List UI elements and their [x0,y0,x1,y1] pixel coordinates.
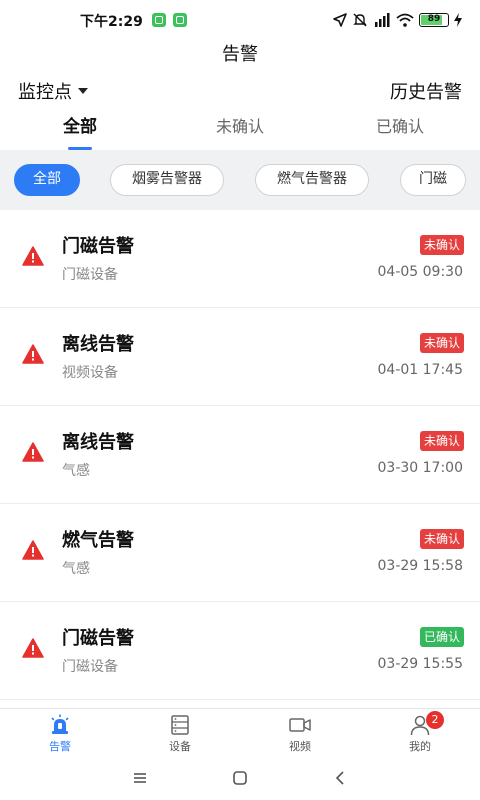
alarm-device: 门磁设备 [62,659,118,675]
app-notification-icon [173,13,187,27]
alarm-list-item[interactable]: 离线告警 气感 未确认 03-30 17:00 [0,406,480,504]
menu-icon[interactable] [130,768,150,788]
nav-label: 视频 [289,740,311,753]
alarm-light-icon [51,714,69,734]
caret-down-icon [78,88,88,94]
alarm-title: 门磁告警 [62,628,134,649]
video-camera-icon [289,718,311,732]
status-badge: 未确认 [419,529,464,549]
battery-icon: 89 [419,13,449,27]
status-badge: 未确认 [419,431,464,451]
filter-chip-smoke-alarm[interactable]: 烟雾告警器 [110,164,224,196]
notification-badge: 2 [426,711,444,729]
system-nav-bar [0,756,480,800]
alarm-device: 门磁设备 [62,267,118,283]
status-badge: 未确认 [419,333,464,353]
page-title: 告警 [222,44,258,65]
warning-icon [22,540,44,560]
alarm-title: 燃气告警 [62,530,134,551]
device-filter-bar: 全部 烟雾告警器 燃气告警器 门磁 [0,150,480,210]
filter-chip-all[interactable]: 全部 [14,164,80,196]
alarm-time: 03-29 15:58 [377,558,463,574]
alarm-title: 离线告警 [62,432,134,453]
warning-icon [22,442,44,462]
status-bar: 下午2:29 89 [0,0,480,40]
alarm-time: 04-05 09:30 [377,264,463,280]
alarm-list-item[interactable]: 门磁告警 门磁设备 已确认 03-29 15:55 [0,602,480,700]
alarm-device: 气感 [62,463,90,479]
warning-icon [22,638,44,658]
tab-unconfirmed[interactable]: 未确认 [160,114,320,150]
monitor-point-dropdown[interactable]: 监控点 [18,78,88,104]
wifi-icon [396,13,414,27]
bottom-nav: 告警 设备 视频 2 我的 [0,708,480,756]
server-icon [171,715,189,735]
alarm-time: 04-01 17:45 [377,362,463,378]
alarm-time: 03-29 15:55 [377,656,463,672]
alarm-list: 门磁告警 门磁设备 未确认 04-05 09:30 离线告警 视频设备 未确认 … [0,210,480,708]
nav-label: 告警 [49,740,71,753]
filter-chip-gas-alarm[interactable]: 燃气告警器 [255,164,369,196]
alarm-title: 离线告警 [62,334,134,355]
warning-icon [22,344,44,364]
nav-item-video[interactable]: 视频 [240,709,360,756]
nav-item-device[interactable]: 设备 [120,709,240,756]
alarm-list-item[interactable]: 离线告警 视频设备 未确认 04-01 17:45 [0,308,480,406]
history-alarm-link[interactable]: 历史告警 [390,78,462,104]
charging-icon [454,13,462,27]
location-arrow-icon [333,13,347,27]
filter-chip-door-magnet[interactable]: 门磁 [400,164,466,196]
status-tabs: 全部 未确认 已确认 [0,114,480,150]
mute-icon [353,13,367,27]
status-badge: 未确认 [419,235,464,255]
warning-icon [22,246,44,266]
alarm-list-item[interactable]: 燃气告警 气感 未确认 03-29 15:58 [0,504,480,602]
alarm-device: 气感 [62,561,90,577]
alarm-device: 视频设备 [62,365,118,381]
alarm-list-item[interactable]: 门磁告警 门磁设备 未确认 04-05 09:30 [0,210,480,308]
home-icon[interactable] [230,768,250,788]
back-icon[interactable] [330,768,350,788]
alarm-time: 03-30 17:00 [377,460,463,476]
status-badge: 已确认 [419,627,464,647]
nav-label: 设备 [169,740,191,753]
nav-item-mine[interactable]: 2 我的 [360,709,480,756]
app-notification-icon [152,13,166,27]
nav-item-alarm[interactable]: 告警 [0,709,120,756]
monitor-point-label: 监控点 [18,82,72,103]
nav-label: 我的 [409,740,431,753]
tab-confirmed[interactable]: 已确认 [320,114,480,150]
alarm-title: 门磁告警 [62,236,134,257]
status-time: 下午2:29 [80,14,143,30]
tab-all[interactable]: 全部 [0,114,160,150]
signal-icon [375,13,390,27]
battery-level: 89 [427,14,441,24]
